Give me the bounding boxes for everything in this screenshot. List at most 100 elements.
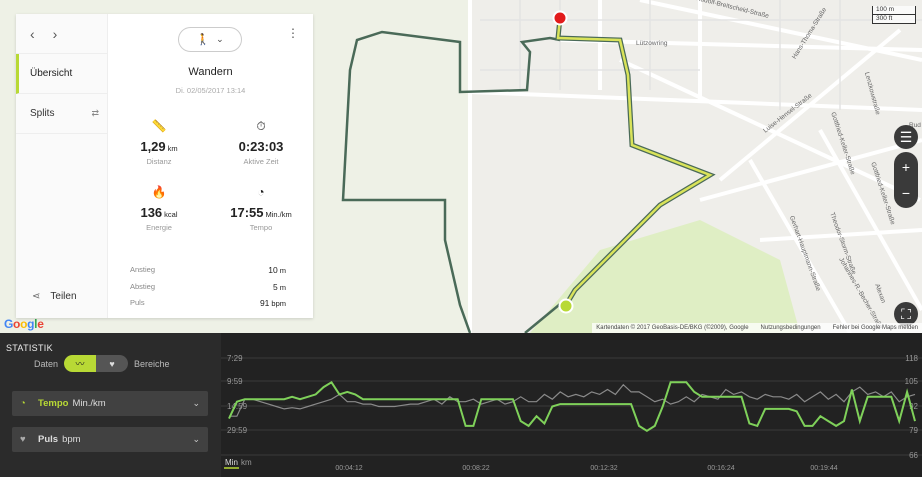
map-scale: 100 m 300 ft xyxy=(872,6,916,24)
dropdown-name: Tempo xyxy=(38,398,69,409)
stat-active-time: ⏱ 0:23:03 Aktive Zeit xyxy=(210,118,312,167)
distance-unit: km xyxy=(167,144,178,153)
detail-label: Anstieg xyxy=(130,265,156,274)
activity-date: Di. 02/05/2017 13:14 xyxy=(175,86,246,95)
detail-unit: bpm xyxy=(271,299,286,308)
y-left-tick-label: 7:29 xyxy=(227,354,243,363)
stat-distance: 📏 1,29 km Distanz xyxy=(108,118,210,166)
y-left-tick-label: 9:59 xyxy=(227,377,243,386)
view-toggle: Daten 〰 ♥ Bereiche xyxy=(34,355,170,372)
detail-descent: Abstieg 5m xyxy=(130,282,286,292)
series-line-tempo xyxy=(228,380,916,432)
activity-panel: ‹ › Übersicht Splits ⇄ ⋖ Teilen 🚶 ⌄ ⋮ Wa… xyxy=(16,14,313,318)
statistics-section: STATISTIK Daten 〰 ♥ Bereiche ◔ Tempo Min… xyxy=(0,333,922,477)
stopwatch-icon: ⏱ xyxy=(256,118,266,133)
statistics-chart[interactable]: 7:29 9:59 14:59 29:59 118 105 92 79 66 00:04:12 00… xyxy=(221,333,922,477)
energy-unit: kcal xyxy=(164,210,178,219)
street-label: Lützowring xyxy=(636,40,668,47)
tab-data[interactable]: Daten xyxy=(34,359,58,369)
terms-link[interactable]: Nutzungsbedingungen xyxy=(761,325,821,331)
activity-type-select[interactable]: 🚶 ⌄ xyxy=(178,27,242,52)
statistics-controls: STATISTIK Daten 〰 ♥ Bereiche ◔ Tempo Min… xyxy=(0,333,221,477)
y-left-tick-label: 29:59 xyxy=(227,426,248,435)
series-line-puls xyxy=(229,383,916,417)
chart-svg: 7:299:5914:5929:5911810592796600:04:12 00… xyxy=(221,354,922,472)
heart-rate-dropdown[interactable]: ♥ Puls bpm ⌄ xyxy=(12,427,208,452)
active-time-label: Aktive Zeit xyxy=(243,157,279,166)
chevron-down-icon: ⌄ xyxy=(216,34,224,44)
ruler-icon: 📏 xyxy=(151,119,167,133)
share-label: Teilen xyxy=(50,291,77,302)
scale-metric: 100 m xyxy=(872,6,916,15)
x-tick-label: 00:08:22 xyxy=(462,465,489,472)
speedometer-icon: ◔ xyxy=(257,185,265,199)
line-chart-toggle[interactable]: 〰 xyxy=(64,355,97,372)
y-left-tick-label: 14:59 xyxy=(227,402,248,411)
nav-item-splits[interactable]: Splits ⇄ xyxy=(16,94,107,134)
x-unit-km: km xyxy=(241,458,252,467)
map-footer: Kartendaten © 2017 GeoBasis-DE/BKG (©200… xyxy=(592,323,922,333)
fullscreen-icon: ⛶ xyxy=(901,305,911,322)
detail-heart-rate: Puls 91 bpm xyxy=(130,298,286,308)
prev-arrow-icon[interactable]: ‹ xyxy=(30,26,35,42)
more-menu-icon[interactable]: ⋮ xyxy=(287,26,299,40)
nav-item-label: Übersicht xyxy=(30,68,73,79)
dropdown-unit: bpm xyxy=(62,434,81,445)
dropdown-unit: Min./km xyxy=(72,398,106,409)
tempo-dropdown[interactable]: ◔ Tempo Min./km ⌄ xyxy=(12,391,208,416)
speedometer-icon: ◔ xyxy=(20,398,26,409)
hiking-icon: 🚶 xyxy=(196,34,211,46)
line-chart-icon: 〰 xyxy=(75,359,85,369)
zoom-in-button[interactable]: + xyxy=(894,156,918,178)
stat-pace: ◔ 17:55 Min./km Tempo xyxy=(210,184,312,232)
menu-icon: ☰ xyxy=(899,128,913,145)
detail-value: 5 xyxy=(273,282,278,292)
distance-label: Distanz xyxy=(146,157,172,166)
dropdown-name: Puls xyxy=(38,434,59,445)
pace-value: 17:55 xyxy=(230,205,264,220)
energy-value: 136 xyxy=(140,205,163,220)
detail-ascent: Anstieg 10 m xyxy=(130,265,286,275)
detail-unit: m xyxy=(279,266,286,275)
map-attribution: Kartendaten © 2017 GeoBasis-DE/BKG (©200… xyxy=(596,325,749,331)
x-tick-label: 00:16:24 xyxy=(707,465,734,472)
active-time-value: 0:23:03 xyxy=(238,139,284,154)
y-right-tick-label: 79 xyxy=(909,426,918,435)
pace-label: Tempo xyxy=(249,223,273,232)
flame-icon: 🔥 xyxy=(151,185,167,199)
y-right-tick-label: 66 xyxy=(909,451,918,460)
statistics-title: STATISTIK xyxy=(6,343,53,353)
report-error-link[interactable]: Fehler bei Google Maps melden xyxy=(833,325,918,331)
detail-value: 91 xyxy=(259,298,270,308)
panel-nav: ‹ › Übersicht Splits ⇄ ⋖ Teilen xyxy=(16,14,108,318)
y-right-tick-label: 118 xyxy=(905,354,918,363)
chevron-down-icon: ⌄ xyxy=(192,398,200,408)
x-unit-min: Min xyxy=(225,458,238,467)
scale-imperial: 300 ft xyxy=(872,15,916,24)
detail-unit: m xyxy=(279,283,286,292)
detail-label: Puls xyxy=(130,298,145,307)
detail-value: 10 xyxy=(268,265,278,275)
nav-item-label: Splits xyxy=(30,108,55,119)
x-tick-label: 00:12:32 xyxy=(590,465,617,472)
share-icon: ⋖ xyxy=(32,291,41,302)
splits-icon: ⇄ xyxy=(91,108,99,118)
nav-item-overview[interactable]: Übersicht xyxy=(16,54,107,94)
heart-icon: ♥ xyxy=(109,358,115,369)
zones-toggle[interactable]: ♥ xyxy=(96,355,129,372)
pace-unit: Min./km xyxy=(265,210,292,219)
energy-label: Energie xyxy=(146,223,172,232)
zoom-control: + − xyxy=(894,152,918,208)
y-right-tick-label: 105 xyxy=(905,377,919,386)
zoom-out-button[interactable]: − xyxy=(894,182,918,204)
next-arrow-icon[interactable]: › xyxy=(53,26,58,42)
layers-button[interactable]: ☰ xyxy=(894,125,918,149)
panel-main: 🚶 ⌄ ⋮ Wandern Di. 02/05/2017 13:14 📏 1,2… xyxy=(108,14,313,318)
chevron-down-icon: ⌄ xyxy=(192,434,200,444)
heart-icon: ♥ xyxy=(20,434,26,445)
share-button[interactable]: ⋖ Teilen xyxy=(32,291,77,302)
tab-zones[interactable]: Bereiche xyxy=(134,359,170,369)
x-tick-label: 00:04:12 xyxy=(335,465,362,472)
detail-label: Abstieg xyxy=(130,282,156,291)
x-tick-label: 00:19:44 xyxy=(810,465,837,472)
